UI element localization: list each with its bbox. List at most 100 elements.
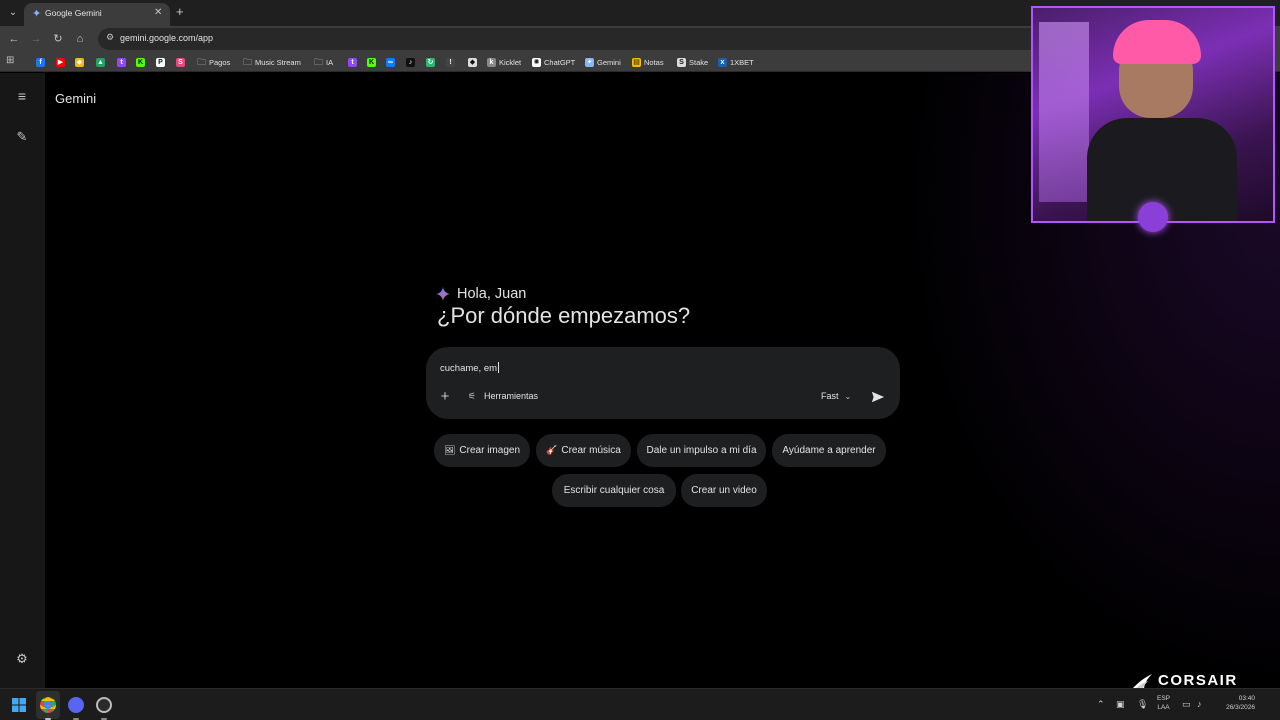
- patreon-icon: P: [156, 57, 165, 67]
- bookmark-gemini[interactable]: ✦ Gemini: [585, 56, 621, 68]
- discord-icon[interactable]: [68, 697, 84, 713]
- bookmark-streamlabs[interactable]: S: [176, 56, 185, 68]
- bookmark-misc[interactable]: !: [446, 56, 455, 68]
- clock-time: 03:40: [1238, 695, 1255, 702]
- tiktok-icon: ♪: [406, 57, 415, 67]
- chip-impulso-dia[interactable]: Dale un impulso a mi día: [637, 434, 766, 467]
- bookmark-tiktok[interactable]: ♪: [406, 56, 415, 68]
- forward-arrow-icon[interactable]: →: [28, 31, 44, 47]
- send-icon[interactable]: [871, 390, 885, 404]
- kick-icon: K: [367, 57, 376, 67]
- tools-button[interactable]: ⚟ Herramientas: [468, 391, 538, 401]
- settings-gear-icon[interactable]: ⚙: [14, 651, 30, 667]
- bookmark-meta[interactable]: ∞: [386, 56, 395, 68]
- notes-icon: ▤: [632, 57, 641, 67]
- bookmark-youtube[interactable]: ▶: [56, 56, 65, 68]
- windows-start-icon[interactable]: [12, 698, 26, 712]
- bookmark-label: Kicklet: [499, 57, 522, 67]
- page-title: ¿Por dónde empezamos?: [437, 303, 691, 328]
- new-chat-icon[interactable]: ✎: [14, 129, 30, 145]
- binance-icon: ◆: [75, 57, 84, 67]
- prompt-composer[interactable]: cuchame, em + ⚟ Herramientas Fast ⌄: [426, 347, 900, 419]
- refresh-app-icon: ↻: [426, 57, 435, 67]
- chip-escribir[interactable]: Escribir cualquier cosa: [552, 474, 676, 507]
- chip-crear-video[interactable]: Crear un video: [681, 474, 767, 507]
- facebook-icon: f: [36, 57, 45, 67]
- bookmark-diamond[interactable]: ◆: [468, 56, 477, 68]
- bookmark-label: Pagos: [209, 57, 231, 67]
- bookmark-stake[interactable]: S Stake: [677, 56, 708, 68]
- bookmark-facebook[interactable]: f: [36, 56, 45, 68]
- add-attachment-button[interactable]: +: [438, 389, 452, 404]
- bookmark-kick[interactable]: K: [367, 56, 376, 68]
- bookmark-notas[interactable]: ▤ Notas: [632, 56, 664, 68]
- prompt-input[interactable]: cuchame, em: [440, 362, 500, 374]
- site-info-icon[interactable]: ⚙: [106, 32, 114, 43]
- bookmark-label: Music Stream: [255, 57, 301, 67]
- volume-icon[interactable]: ♪: [1197, 699, 1202, 709]
- youtube-icon: ▶: [56, 57, 65, 67]
- new-tab-button[interactable]: +: [176, 4, 184, 19]
- bookmark-twitch[interactable]: t: [348, 56, 357, 68]
- tab-google-gemini[interactable]: ✦ Google Gemini ✕: [24, 3, 170, 26]
- system-clock[interactable]: 03:40 26/3/2026: [1215, 694, 1255, 712]
- reload-icon[interactable]: ↻: [50, 31, 66, 47]
- bookmark-chatgpt[interactable]: ✺ ChatGPT: [532, 56, 575, 68]
- app-brand[interactable]: Gemini: [55, 91, 96, 106]
- chrome-icon[interactable]: [40, 697, 56, 713]
- bookmark-refresh-app[interactable]: ↻: [426, 56, 435, 68]
- chip-crear-imagen[interactable]: 🖼 Crear imagen: [434, 434, 530, 467]
- bookmark-music-stream[interactable]: 🗀 Music Stream: [243, 56, 301, 68]
- tray-overflow-icon[interactable]: ⌃: [1097, 699, 1105, 710]
- diamond-icon: ◆: [468, 57, 477, 67]
- corsair-watermark: CORSAIR: [1132, 672, 1238, 689]
- bookmark-kicklet[interactable]: k Kicklet: [487, 56, 521, 68]
- webcam-person-hair: [1113, 20, 1201, 64]
- bookmark-patreon[interactable]: P: [156, 56, 165, 68]
- bookmark-pagos[interactable]: 🗀 Pagos: [197, 56, 230, 68]
- bookmark-label: ChatGPT: [544, 57, 576, 67]
- chip-aprender[interactable]: Ayúdame a aprender: [772, 434, 886, 467]
- bookmark-ia[interactable]: 🗀 IA: [314, 56, 333, 68]
- google-drive-icon: ▲: [96, 57, 105, 67]
- tools-label: Herramientas: [484, 391, 539, 401]
- chip-label: Crear imagen: [459, 445, 521, 456]
- windows-taskbar: ⌃ ▣ 🎙 ESP LAA ▭ ♪ 03:40 26/3/2026: [0, 688, 1280, 720]
- network-icon[interactable]: ▭: [1182, 699, 1191, 710]
- bookmark-google-drive[interactable]: ▲: [96, 56, 105, 68]
- microphone-icon[interactable]: 🎙: [1137, 699, 1148, 710]
- close-tab-icon[interactable]: ✕: [154, 7, 162, 18]
- address-bar[interactable]: ⚙ gemini.google.com/app: [98, 28, 1128, 50]
- menu-icon[interactable]: ≡: [14, 89, 30, 103]
- tray-app-icon[interactable]: ▣: [1116, 699, 1125, 710]
- chatgpt-icon: ✺: [532, 57, 541, 67]
- chip-label: Crear un video: [691, 485, 757, 496]
- bookmark-label: IA: [326, 57, 334, 67]
- app-icon[interactable]: [96, 697, 112, 713]
- apps-grid-icon[interactable]: ⊞: [6, 55, 14, 66]
- prompt-text: cuchame, em: [440, 363, 498, 374]
- meta-icon: ∞: [386, 57, 395, 67]
- greeting-text: Hola, Juan: [457, 286, 527, 302]
- image-icon: 🖼: [443, 445, 456, 455]
- bookmark-1xbet[interactable]: x 1XBET: [718, 56, 754, 68]
- streamlabs-icon: S: [176, 57, 185, 67]
- keyboard-layout: LAA: [1157, 704, 1170, 711]
- greeting-row: Hola, Juan: [436, 286, 526, 302]
- back-arrow-icon[interactable]: ←: [6, 31, 22, 47]
- chip-label: Ayúdame a aprender: [782, 445, 876, 456]
- folder-icon: 🗀: [197, 56, 207, 67]
- bookmark-kick[interactable]: K: [136, 56, 145, 68]
- stake-icon: S: [677, 57, 686, 67]
- language-indicator[interactable]: ESP LAA: [1157, 694, 1170, 712]
- chip-crear-musica[interactable]: 🎸 Crear música: [536, 434, 631, 467]
- tab-search-icon[interactable]: ⌄: [4, 5, 22, 21]
- model-mode-selector[interactable]: Fast ⌄: [821, 391, 851, 401]
- chip-label: Crear música: [561, 445, 621, 456]
- corsair-brand-text: CORSAIR: [1158, 672, 1238, 689]
- url-text: gemini.google.com/app: [120, 33, 214, 43]
- home-icon[interactable]: ⌂: [72, 31, 88, 47]
- bookmark-binance[interactable]: ◆: [75, 56, 84, 68]
- webcam-shelf: [1039, 22, 1089, 202]
- bookmark-twitch[interactable]: t: [117, 56, 126, 68]
